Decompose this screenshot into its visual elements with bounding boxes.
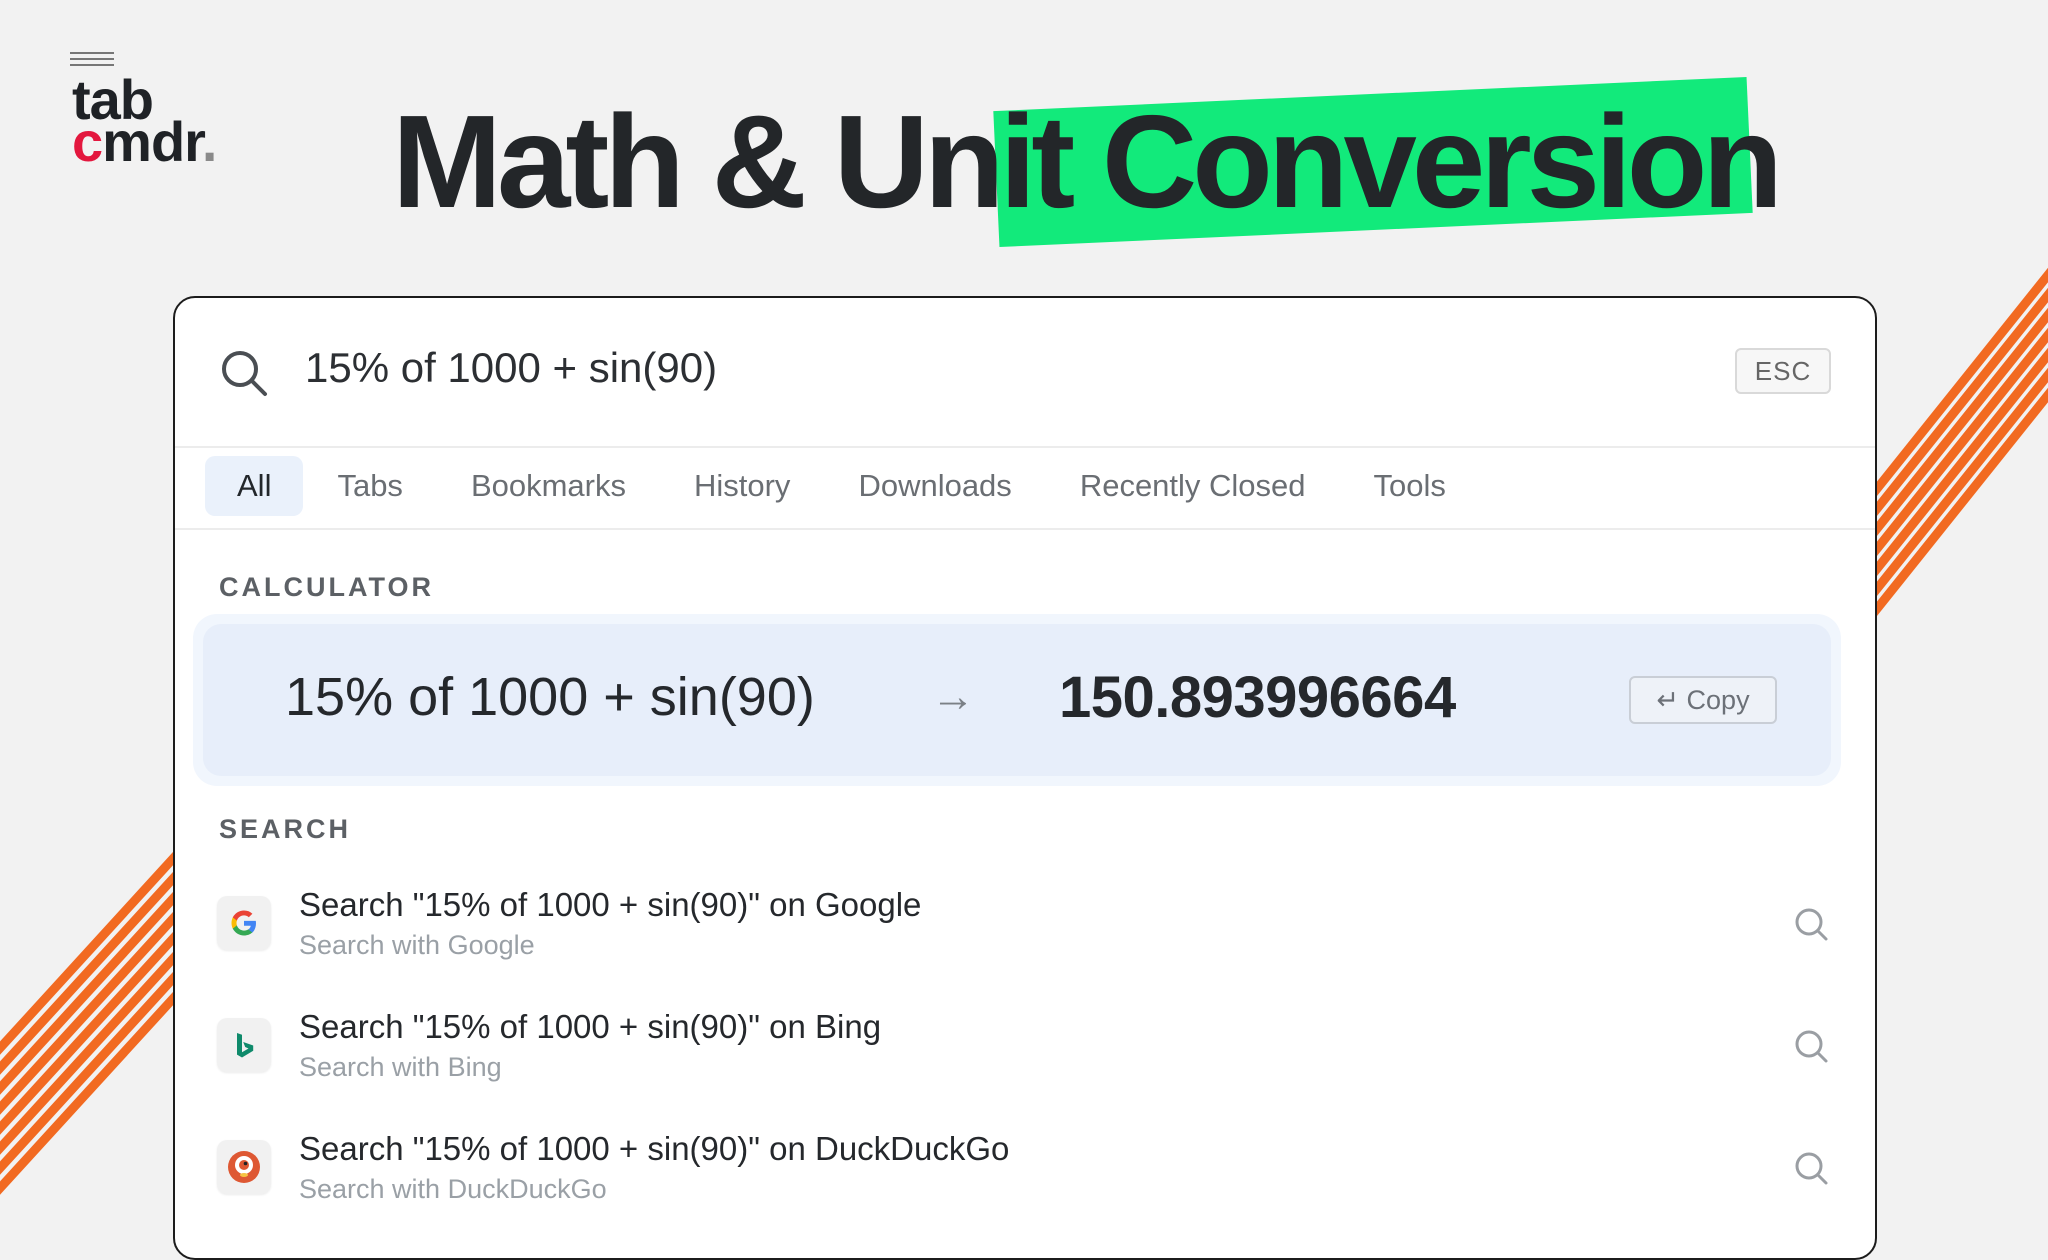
tab-tabs[interactable]: Tabs [303, 456, 436, 516]
search-bar: 15% of 1000 + sin(90) ESC [175, 298, 1875, 448]
search-icon [222, 351, 267, 396]
headline-text: Math & Unit Conversion [392, 88, 1783, 235]
search-result-duckduckgo[interactable]: Search "15% of 1000 + sin(90)" on DuckDu… [175, 1114, 1875, 1224]
result-title: Search "15% of 1000 + sin(90)" on Google [299, 886, 922, 923]
tab-history[interactable]: History [660, 456, 824, 516]
logo-letter-c: c [72, 110, 103, 173]
bing-icon [217, 1018, 271, 1072]
command-palette: 15% of 1000 + sin(90) ESC All Tabs Bookm… [173, 296, 1877, 1260]
section-label-calculator: CALCULATOR [219, 572, 434, 602]
calculator-result: 150.893996664 [1059, 665, 1456, 730]
section-label-search: SEARCH [219, 814, 352, 844]
filter-tabs: All Tabs Bookmarks History Downloads Rec… [205, 456, 1480, 516]
result-subtitle: Search with Bing [299, 1052, 502, 1082]
search-input[interactable]: 15% of 1000 + sin(90) [305, 344, 717, 392]
duckduckgo-icon [217, 1140, 271, 1194]
logo-word-cmdr: cmdr. [72, 114, 217, 170]
divider [175, 528, 1875, 530]
calculator-card: 15% of 1000 + sin(90) → 150.893996664 ↵ … [203, 624, 1831, 776]
tab-tools[interactable]: Tools [1340, 456, 1480, 516]
tabcmdr-logo: tab cmdr. [70, 52, 250, 172]
search-result-google[interactable]: Search "15% of 1000 + sin(90)" on Google… [175, 870, 1875, 980]
result-title: Search "15% of 1000 + sin(90)" on Bing [299, 1008, 882, 1045]
logo-letters-mdr: mdr [102, 110, 203, 173]
result-subtitle: Search with DuckDuckGo [299, 1174, 607, 1204]
search-icon [1795, 1152, 1828, 1185]
copy-button[interactable]: ↵ Copy [1629, 676, 1777, 724]
calculator-expression: 15% of 1000 + sin(90) [285, 667, 815, 727]
headline: Math & Unit Conversion [392, 76, 1783, 248]
google-icon [217, 896, 271, 950]
tab-downloads[interactable]: Downloads [824, 456, 1045, 516]
esc-button[interactable]: ESC [1735, 348, 1831, 394]
search-result-bing[interactable]: Search "15% of 1000 + sin(90)" on Bing S… [175, 992, 1875, 1102]
search-icon [1795, 1030, 1828, 1063]
tab-bookmarks[interactable]: Bookmarks [437, 456, 660, 516]
tab-recently-closed[interactable]: Recently Closed [1046, 456, 1340, 516]
result-title: Search "15% of 1000 + sin(90)" on DuckDu… [299, 1130, 1010, 1167]
calculator-result-row[interactable]: 15% of 1000 + sin(90) → 150.893996664 ↵ … [193, 614, 1841, 786]
logo-dot: . [201, 110, 218, 173]
arrow-right-icon: → [931, 672, 975, 721]
result-subtitle: Search with Google [299, 930, 535, 960]
search-icon [1795, 908, 1828, 941]
tab-all[interactable]: All [205, 456, 304, 516]
